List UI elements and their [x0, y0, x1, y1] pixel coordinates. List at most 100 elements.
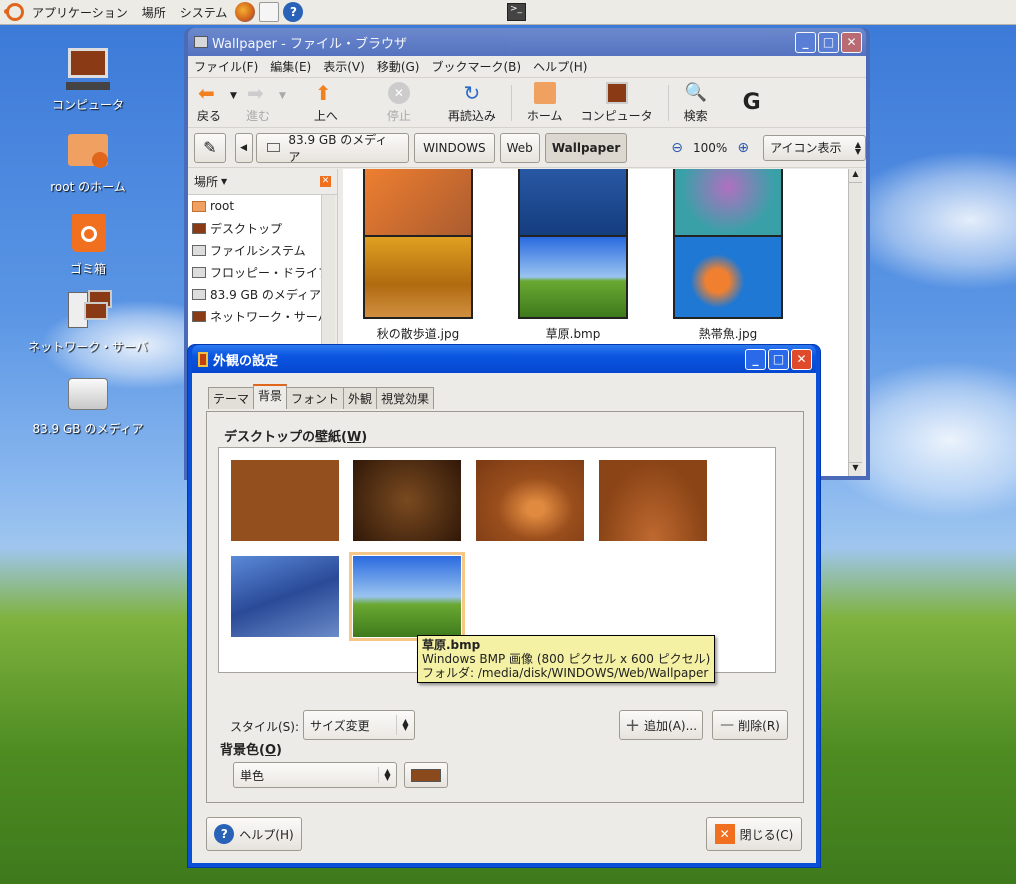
home-folder-icon [64, 128, 112, 174]
minus-icon: — [720, 717, 735, 733]
menu-edit[interactable]: 編集(E) [270, 58, 311, 75]
minimize-button[interactable]: _ [795, 31, 816, 53]
tab-fonts[interactable]: フォント [286, 387, 345, 409]
tab-interface[interactable]: 外観 [343, 387, 378, 409]
wallpaper-item[interactable] [231, 460, 339, 541]
menu-view[interactable]: 表示(V) [323, 58, 365, 75]
computer-icon [64, 46, 112, 92]
wallpaper-item[interactable] [476, 460, 584, 541]
scroll-down-arrow[interactable]: ▼ [849, 462, 862, 476]
firefox-icon[interactable] [235, 2, 256, 22]
color-picker-button[interactable] [404, 762, 448, 788]
sidebar-item-desktop[interactable]: デスクトップ [188, 217, 322, 239]
desktop-icon [192, 222, 206, 234]
back-arrow-icon: ⬅ [198, 80, 215, 105]
path-scroll-left-button[interactable]: ◀ [234, 132, 253, 163]
title-bar[interactable]: Wallpaper - ファイル・ブラウザ _ □ ✕ [188, 28, 866, 56]
menu-applications[interactable]: アプリケーション [32, 4, 128, 21]
view-mode-value: アイコン表示 [770, 141, 842, 155]
sidebar-item-root[interactable]: root [188, 195, 322, 217]
computer-button[interactable]: コンピュータ [581, 81, 653, 124]
remove-wallpaper-button[interactable]: — 削除(R) [712, 710, 788, 740]
file-item[interactable]: 秋の散歩道.jpg [348, 235, 488, 342]
desktop-icon-computer[interactable]: コンピュータ [28, 46, 148, 113]
path-button-windows[interactable]: WINDOWS [414, 132, 495, 163]
zoom-in-icon[interactable]: ⊕ [737, 140, 749, 156]
forward-history-dropdown[interactable]: ▼ [279, 91, 286, 101]
wallpaper-item[interactable] [231, 556, 339, 637]
sidebar-item-filesystem[interactable]: ファイルシステム [188, 239, 322, 261]
zoom-out-icon[interactable]: ⊖ [671, 140, 683, 156]
wallpaper-item-selected[interactable] [349, 552, 465, 641]
close-button[interactable]: ✕ [791, 348, 812, 370]
home-button[interactable]: ホーム [527, 81, 563, 124]
close-sidebar-icon[interactable]: ✕ [320, 176, 331, 187]
minimize-button[interactable]: _ [745, 348, 766, 370]
sidebar-item-media[interactable]: 83.9 GB のメディア [188, 283, 322, 305]
up-button[interactable]: ⬆ 上へ [314, 82, 338, 124]
file-thumbnail [673, 235, 783, 319]
menu-bookmarks[interactable]: ブックマーク(B) [431, 58, 521, 75]
color-mode-combo[interactable]: 単色 ▲ ▼ [233, 762, 397, 788]
location-bar: ✎ ◀ 83.9 GB のメディア WINDOWS Web Wallpaper … [188, 128, 866, 168]
tab-theme[interactable]: テーマ [208, 387, 255, 409]
file-item[interactable]: 熱帯魚.jpg [658, 235, 798, 342]
view-mode-select[interactable]: アイコン表示 ▲ ▼ [763, 134, 866, 161]
help-button[interactable]: ? ヘルプ(H) [206, 817, 302, 851]
add-wallpaper-button[interactable]: + 追加(A)... [619, 710, 703, 740]
drive-icon [266, 143, 281, 152]
menu-file[interactable]: ファイル(F) [194, 58, 258, 75]
close-dialog-button[interactable]: ✕ 閉じる(C) [706, 817, 802, 851]
tab-visual-effects[interactable]: 視覚効果 [376, 387, 435, 409]
sidebar-item-network[interactable]: ネットワーク・サーバ [188, 305, 322, 327]
desktop-icon-network[interactable]: ネットワーク・サーバ [28, 288, 148, 355]
desktop-icon-trash[interactable]: ゴミ箱 [28, 210, 148, 277]
toolbar: ⬅ 戻る ▼ ➡ 進む ▼ ⬆ 上へ ✕ 停止 ↻ 再読込み ホーム コンピュータ 🔍 検索… [188, 78, 866, 128]
path-button-web[interactable]: Web [499, 132, 540, 163]
terminal-icon[interactable]: >_ [507, 3, 526, 21]
menu-help[interactable]: ヘルプ(H) [533, 58, 587, 75]
file-name: 熱帯魚.jpg [698, 327, 758, 341]
back-button[interactable]: ⬅ 戻る [197, 82, 221, 124]
desktop-icon-home[interactable]: root のホーム [28, 128, 148, 195]
file-name: 秋の散歩道.jpg [376, 327, 460, 341]
style-combo[interactable]: サイズ変更 ▲ ▼ [303, 710, 415, 740]
forward-button[interactable]: ➡ 進む [246, 82, 270, 124]
menu-places[interactable]: 場所 [142, 4, 166, 21]
maximize-button[interactable]: □ [768, 348, 789, 370]
color-swatch [411, 768, 441, 782]
path-button-media[interactable]: 83.9 GB のメディア [255, 132, 410, 164]
file-thumbnail [363, 169, 473, 245]
top-panel: アプリケーション 場所 システム ? >_ [0, 0, 1016, 25]
ubuntu-logo-icon[interactable] [4, 3, 24, 21]
file-item[interactable]: 草原.bmp [503, 235, 643, 342]
desktop-icon-drive[interactable]: 83.9 GB のメディア [28, 370, 148, 437]
scroll-up-arrow[interactable]: ▲ [849, 169, 862, 183]
back-history-dropdown[interactable]: ▼ [230, 91, 237, 101]
spin-arrows-icon: ▲ ▼ [378, 767, 396, 783]
file-thumbnail [363, 235, 473, 319]
toggle-location-entry-button[interactable]: ✎ [194, 132, 226, 163]
place-label: ネットワーク・サーバ [210, 309, 322, 324]
tab-background[interactable]: 背景 [253, 384, 288, 408]
menu-system[interactable]: システム [180, 4, 228, 21]
desktop-icon-label: コンピュータ [51, 98, 124, 112]
sidebar-item-floppy[interactable]: フロッピー・ドライブ [188, 261, 322, 283]
menu-go[interactable]: 移動(G) [377, 58, 420, 75]
wallpaper-item[interactable] [599, 460, 707, 541]
search-button[interactable]: 🔍 検索 [684, 82, 708, 124]
add-label: 追加(A)... [644, 718, 698, 733]
maximize-button[interactable]: □ [818, 31, 839, 53]
close-button[interactable]: ✕ [841, 31, 862, 53]
stop-button[interactable]: ✕ 停止 [387, 81, 411, 124]
mail-icon[interactable] [259, 2, 280, 22]
reload-button[interactable]: ↻ 再読込み [448, 82, 496, 124]
floppy-icon [192, 266, 206, 278]
path-button-wallpaper[interactable]: Wallpaper [544, 132, 628, 163]
help-icon[interactable]: ? [283, 2, 304, 22]
wallpaper-item[interactable] [353, 460, 461, 541]
title-bar[interactable]: 外観の設定 _ □ ✕ [192, 345, 816, 373]
drive-icon [192, 288, 206, 300]
file-view-scrollbar[interactable]: ▲ ▼ [848, 169, 862, 476]
sidebar-type-select[interactable]: 場所 [194, 173, 218, 190]
